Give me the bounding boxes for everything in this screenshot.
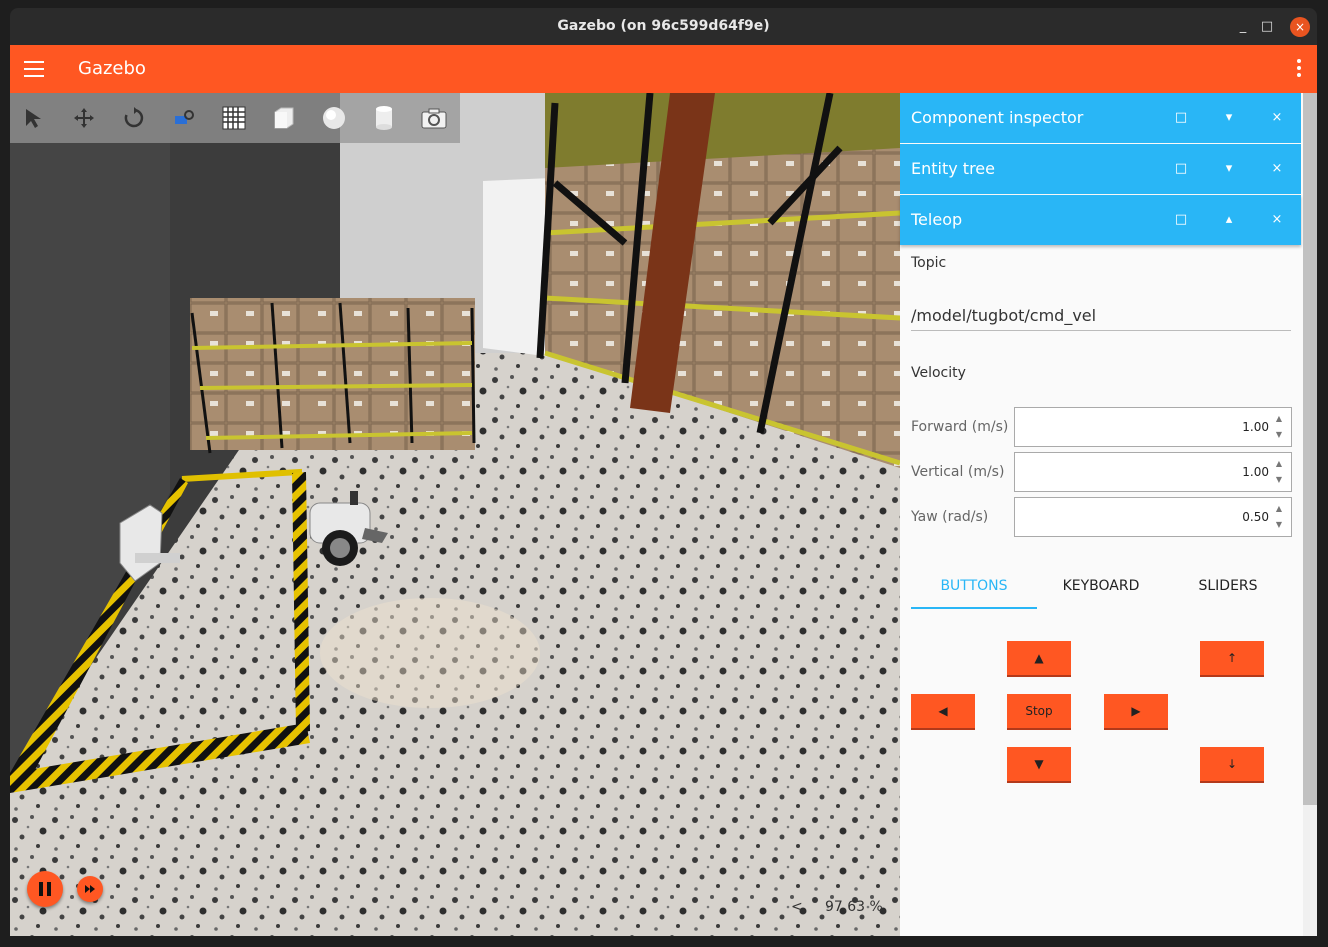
more-options-icon[interactable] [1297,59,1301,79]
translate-icon[interactable] [68,102,100,134]
teleop-title: Teleop [911,210,963,229]
backward-button[interactable]: ▼ [1007,747,1071,781]
forward-label: Forward (m/s) [911,419,1009,435]
topic-label: Topic [911,255,947,271]
component-inspector-header[interactable]: Component inspector □ ▾ × [900,93,1301,143]
right-button[interactable]: ▶ [1104,694,1168,728]
warehouse-scene [10,93,900,936]
box-icon[interactable] [268,102,300,134]
rotate-icon[interactable] [118,102,150,134]
increment-icon[interactable]: ▲ [1274,460,1284,468]
decrement-icon[interactable]: ▼ [1274,431,1284,439]
forward-button[interactable]: ▲ [1007,641,1071,675]
grid-snap-icon[interactable] [218,102,250,134]
minimize-button[interactable]: _ [1233,17,1253,37]
app-title: Gazebo [78,58,146,79]
cylinder-icon[interactable] [368,102,400,134]
scrollbar-thumb[interactable] [1303,93,1317,805]
pause-icon [39,882,51,896]
maximize-button[interactable]: □ [1257,17,1277,37]
select-icon[interactable] [18,102,50,134]
pause-button[interactable] [27,871,63,907]
tab-sliders[interactable]: SLIDERS [1165,578,1291,594]
teleop-header[interactable]: Teleop □ ▴ × [900,195,1301,245]
collapse-icon[interactable]: ▾ [1220,160,1238,178]
tab-keyboard[interactable]: KEYBOARD [1038,578,1164,594]
yaw-spinbox[interactable]: 0.50 ▲ ▼ [1014,497,1292,537]
close-window-button[interactable]: × [1290,17,1310,37]
topic-input[interactable] [911,300,1291,331]
collapse-icon[interactable]: ▾ [1220,109,1238,127]
increment-icon[interactable]: ▲ [1274,415,1284,423]
real-time-factor: 97.63 % [825,899,883,915]
window-titlebar: Gazebo (on 96c599d64f9e) _ □ × [10,8,1317,45]
scene-toolbar [10,93,460,143]
fast-forward-icon [85,885,95,893]
scene-3d-viewport[interactable] [10,93,900,936]
maximize-icon[interactable]: □ [1172,160,1190,178]
left-button[interactable]: ◀ [911,694,975,728]
maximize-icon[interactable]: □ [1172,211,1190,229]
yaw-label: Yaw (rad/s) [911,509,989,525]
tab-buttons[interactable]: BUTTONS [911,578,1037,594]
velocity-label: Velocity [911,365,966,381]
up-button[interactable]: ↑ [1200,641,1264,675]
maximize-icon[interactable]: □ [1172,109,1190,127]
forward-value: 1.00 [1242,420,1269,434]
decrement-icon[interactable]: ▼ [1274,521,1284,529]
active-tab-indicator [911,607,1037,609]
component-inspector-title: Component inspector [911,108,1084,127]
forward-spinbox[interactable]: 1.00 ▲ ▼ [1014,407,1292,447]
vertical-spinbox[interactable]: 1.00 ▲ ▼ [1014,452,1292,492]
close-icon[interactable]: × [1268,160,1286,178]
menu-icon[interactable] [24,61,44,77]
window-title: Gazebo (on 96c599d64f9e) [557,18,770,34]
step-button[interactable] [77,876,103,902]
close-icon[interactable]: × [1268,109,1286,127]
stats-expand-icon[interactable]: < [791,899,803,915]
transform-control-icon[interactable] [168,102,200,134]
panel-scrollbar[interactable] [1303,93,1317,936]
vertical-label: Vertical (m/s) [911,464,1005,480]
sphere-icon[interactable] [318,102,350,134]
camera-icon[interactable] [418,102,450,134]
close-icon[interactable]: × [1268,211,1286,229]
entity-tree-header[interactable]: Entity tree □ ▾ × [900,144,1301,194]
app-bar: Gazebo [10,45,1317,93]
decrement-icon[interactable]: ▼ [1274,476,1284,484]
expand-icon[interactable]: ▴ [1220,211,1238,229]
entity-tree-title: Entity tree [911,159,995,178]
vertical-value: 1.00 [1242,465,1269,479]
down-button[interactable]: ↓ [1200,747,1264,781]
yaw-value: 0.50 [1242,510,1269,524]
increment-icon[interactable]: ▲ [1274,505,1284,513]
stop-button[interactable]: Stop [1007,694,1071,728]
